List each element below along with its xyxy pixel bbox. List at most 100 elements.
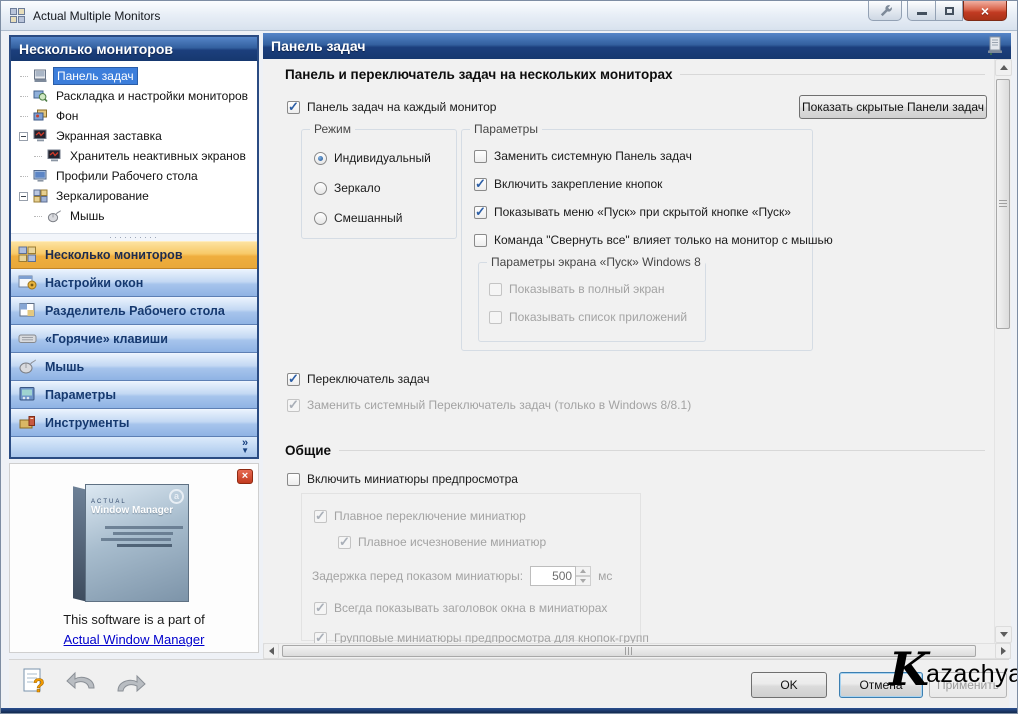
- collapse-expander-icon[interactable]: [19, 132, 28, 141]
- checkbox-label: Всегда показывать заголовок окна в миниа…: [334, 601, 607, 615]
- fullscreen-start-row: Показывать в полный экран: [489, 281, 664, 297]
- tree-item-label: Панель задач: [53, 67, 138, 85]
- taskbar-each-monitor-checkbox[interactable]: [287, 101, 300, 114]
- task-switcher-checkbox[interactable]: [287, 373, 300, 386]
- mode-mixed-row[interactable]: Смешанный: [314, 210, 402, 226]
- mode-groupbox: Режим Индивидуальный Зеркало Смешанный: [301, 129, 457, 239]
- window-settings-icon: [18, 274, 37, 293]
- accordion-overflow-chevron[interactable]: »▼: [11, 437, 257, 457]
- taskbar-each-monitor-row[interactable]: Панель задач на каждый монитор: [287, 99, 496, 115]
- vertical-scrollbar[interactable]: [994, 59, 1011, 643]
- mode-individual-row[interactable]: Индивидуальный: [314, 150, 431, 166]
- spinner-up-icon: [576, 566, 591, 576]
- delay-unit: мс: [598, 569, 612, 583]
- tree-item-desktop-profiles[interactable]: Профили Рабочего стола: [11, 166, 257, 186]
- scroll-left-button[interactable]: [263, 643, 279, 659]
- accordion-label: Разделитель Рабочего стола: [45, 304, 225, 318]
- delay-label: Задержка перед показом миниатюры:: [312, 569, 523, 583]
- enable-thumbnails-row[interactable]: Включить миниатюры предпросмотра: [287, 471, 518, 487]
- product-link[interactable]: Actual Window Manager: [64, 632, 205, 647]
- tree-item-mouse[interactable]: Мышь: [11, 206, 257, 226]
- enable-button-pinning-checkbox[interactable]: [474, 178, 487, 191]
- mode-individual-radio[interactable]: [314, 152, 327, 165]
- vertical-scroll-thumb[interactable]: [996, 79, 1010, 329]
- mode-mixed-radio[interactable]: [314, 212, 327, 225]
- apps-list-row: Показывать список приложений: [489, 309, 687, 325]
- maximize-button[interactable]: [935, 1, 963, 21]
- thumbnails-options-box: Плавное переключение миниатюр Плавное ис…: [301, 493, 641, 641]
- monitors-grid-icon: [18, 246, 37, 265]
- replace-task-switcher-row: Заменить системный Переключатель задач (…: [287, 397, 691, 413]
- options-icon: [18, 386, 37, 405]
- redo-button: [113, 672, 147, 696]
- minimize-all-checkbox[interactable]: [474, 234, 487, 247]
- scroll-right-button[interactable]: [995, 643, 1011, 659]
- accordion-item-tools[interactable]: Инструменты: [11, 409, 257, 437]
- title-bar[interactable]: Actual Multiple Monitors ×: [1, 1, 1017, 31]
- radio-label: Смешанный: [334, 211, 402, 225]
- replace-system-taskbar-checkbox[interactable]: [474, 150, 487, 163]
- mode-mirror-radio[interactable]: [314, 182, 327, 195]
- mouse-icon: [47, 209, 62, 223]
- tree-item-inactive-screensaver[interactable]: Хранитель неактивных экранов: [11, 146, 257, 166]
- accordion-item-hotkeys[interactable]: «Горячие» клавиши: [11, 325, 257, 353]
- smooth-switching-row: Плавное переключение миниатюр: [314, 508, 526, 524]
- product-box-name: Window Manager: [91, 505, 183, 516]
- arrow-down-icon: [1000, 632, 1008, 637]
- mirroring-icon: [33, 189, 48, 203]
- replace-task-switcher-checkbox: [287, 399, 300, 412]
- thumbnail-delay-row: Задержка перед показом миниатюры: 500 мс: [312, 566, 612, 586]
- wrench-icon: [878, 4, 893, 17]
- mouse-icon: [18, 358, 37, 377]
- collapse-expander-icon[interactable]: [19, 192, 28, 201]
- tree-item-mirroring[interactable]: Зеркалирование: [11, 186, 257, 206]
- close-button[interactable]: ×: [963, 1, 1007, 21]
- enable-button-pinning-row[interactable]: Включить закрепление кнопок: [474, 176, 662, 192]
- replace-system-taskbar-row[interactable]: Заменить системную Панель задач: [474, 148, 692, 164]
- wrench-button[interactable]: [868, 1, 902, 21]
- window-bottom-frame: [1, 708, 1017, 713]
- params-groupbox: Параметры Заменить системную Панель зада…: [461, 129, 813, 351]
- accordion-item-multiple-monitors[interactable]: Несколько мониторов: [11, 241, 257, 269]
- apply-button: Применить: [929, 672, 1007, 698]
- accordion-label: Мышь: [45, 360, 84, 374]
- svg-text:?: ?: [33, 676, 45, 696]
- ok-button[interactable]: OK: [751, 672, 827, 698]
- accordion-label: Настройки окон: [45, 276, 143, 290]
- minimize-button[interactable]: [907, 1, 935, 21]
- task-switcher-row[interactable]: Переключатель задач: [287, 371, 430, 387]
- accordion-item-options[interactable]: Параметры: [11, 381, 257, 409]
- scroll-down-button[interactable]: [995, 626, 1012, 643]
- accordion-item-mouse[interactable]: Мышь: [11, 353, 257, 381]
- scroll-up-button[interactable]: [995, 59, 1012, 76]
- redo-icon: [113, 672, 147, 696]
- mode-mirror-row[interactable]: Зеркало: [314, 180, 381, 196]
- tree-item-label: Фон: [53, 108, 81, 124]
- help-icon: ?: [21, 666, 51, 696]
- enable-thumbnails-checkbox[interactable]: [287, 473, 300, 486]
- accordion-label: Параметры: [45, 388, 116, 402]
- show-hidden-taskbars-button[interactable]: Показать скрытые Панели задач: [799, 95, 987, 119]
- toolbox-icon: [18, 414, 37, 433]
- horizontal-scroll-thumb[interactable]: [282, 645, 976, 657]
- show-start-menu-row[interactable]: Показывать меню «Пуск» при скрытой кнопк…: [474, 204, 791, 220]
- minimize-all-row[interactable]: Команда "Свернуть все" влияет только на …: [474, 232, 833, 248]
- accordion-item-window-settings[interactable]: Настройки окон: [11, 269, 257, 297]
- accordion-label: «Горячие» клавиши: [45, 332, 168, 346]
- ad-caption: This software is a part of: [10, 612, 258, 627]
- delay-spinner: 500: [530, 566, 591, 586]
- footer-tools: ?: [21, 666, 147, 701]
- tree-accordion-splitter[interactable]: ··········: [11, 233, 257, 241]
- ad-close-button[interactable]: ×: [237, 469, 253, 484]
- groupbox-title: Режим: [310, 122, 355, 136]
- accordion-item-desktop-divider[interactable]: Разделитель Рабочего стола: [11, 297, 257, 325]
- tree-item-wallpaper[interactable]: Фон: [11, 106, 257, 126]
- show-start-menu-checkbox[interactable]: [474, 206, 487, 219]
- tree-item-screensaver[interactable]: Экранная заставка: [11, 126, 257, 146]
- help-button[interactable]: ?: [21, 666, 51, 701]
- module-accordion: Несколько мониторов Настройки окон Разде…: [11, 241, 257, 457]
- tree-item-layout[interactable]: Раскладка и настройки мониторов: [11, 86, 257, 106]
- cancel-button[interactable]: Отмена: [839, 672, 923, 698]
- horizontal-scrollbar[interactable]: [263, 643, 1011, 659]
- tree-item-taskbar[interactable]: Панель задач: [11, 66, 257, 86]
